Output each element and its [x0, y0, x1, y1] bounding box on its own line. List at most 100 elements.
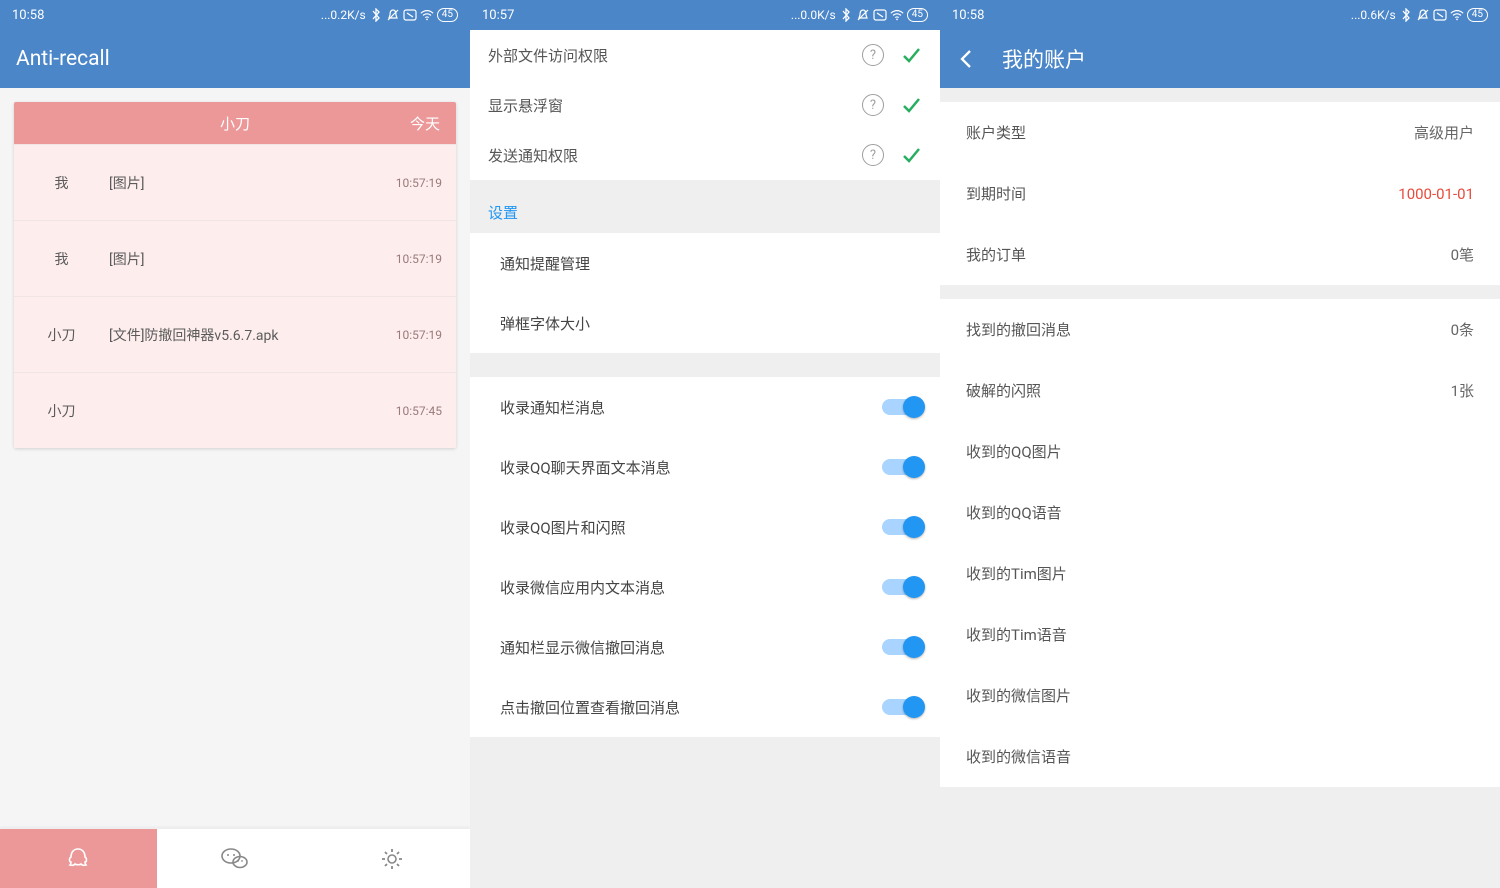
row-value: 0笔 [1451, 244, 1474, 265]
setting-row-switch[interactable]: 收录通知栏消息 [470, 377, 940, 437]
stats-group: 找到的撤回消息0条 破解的闪照1张 收到的QQ图片 收到的QQ语音 收到的Tim… [940, 299, 1500, 787]
permission-label: 外部文件访问权限 [488, 45, 862, 66]
setting-label: 弹框字体大小 [500, 313, 922, 334]
nav-tab-wechat[interactable] [157, 829, 314, 888]
help-icon[interactable]: ? [862, 144, 884, 166]
message-sender: 我 [14, 249, 109, 269]
expiry-row[interactable]: 到期时间 1000-01-01 [940, 163, 1500, 224]
message-row[interactable]: 我 [图片] 10:57:19 [14, 144, 456, 220]
row-key: 收到的微信语音 [966, 746, 1474, 767]
stat-row[interactable]: 找到的撤回消息0条 [940, 299, 1500, 360]
message-sender: 小刀 [14, 325, 109, 345]
message-content: [文件]防撤回神器v5.6.7.apk [109, 325, 386, 345]
switch-toggle[interactable] [882, 699, 922, 715]
message-time: 10:57:19 [386, 252, 456, 266]
orders-row[interactable]: 我的订单 0笔 [940, 224, 1500, 285]
message-content: [图片] [109, 249, 386, 269]
screen-settings: 10:57 ...0.0K/s 45 外部文件访问权限 ? 显示悬浮窗 ? 发送… [470, 0, 940, 888]
stat-row[interactable]: 收到的QQ图片 [940, 421, 1500, 482]
stat-row[interactable]: 破解的闪照1张 [940, 360, 1500, 421]
row-key: 破解的闪照 [966, 380, 1451, 401]
row-key: 收到的QQ图片 [966, 441, 1474, 462]
permission-row[interactable]: 发送通知权限 ? [470, 130, 940, 180]
status-bar: 10:58 ...0.2K/s 45 [0, 0, 470, 30]
setting-label: 通知提醒管理 [500, 253, 922, 274]
switch-toggle[interactable] [882, 639, 922, 655]
status-right: ...0.2K/s 45 [321, 8, 458, 22]
chat-date: 今天 [410, 113, 440, 134]
section-header-settings: 设置 [470, 180, 940, 233]
stat-row[interactable]: 收到的微信语音 [940, 726, 1500, 787]
wifi-icon [1450, 8, 1464, 22]
message-sender: 我 [14, 173, 109, 193]
switch-toggle[interactable] [882, 579, 922, 595]
nav-tab-qq[interactable] [0, 829, 157, 888]
message-sender: 小刀 [14, 401, 109, 421]
switch-toggle[interactable] [882, 459, 922, 475]
row-key: 收到的微信图片 [966, 685, 1474, 706]
row-value: 1张 [1451, 380, 1474, 401]
permission-row[interactable]: 显示悬浮窗 ? [470, 80, 940, 130]
permissions-group: 外部文件访问权限 ? 显示悬浮窗 ? 发送通知权限 ? [470, 30, 940, 180]
stat-row[interactable]: 收到的Tim语音 [940, 604, 1500, 665]
check-icon [900, 94, 922, 116]
status-time: 10:58 [12, 8, 44, 23]
status-right: ...0.6K/s 45 [1351, 8, 1488, 22]
row-key: 收到的QQ语音 [966, 502, 1474, 523]
chat-card: 小刀 今天 我 [图片] 10:57:19 我 [图片] 10:57:19 小刀… [14, 102, 456, 448]
permission-label: 发送通知权限 [488, 145, 862, 166]
row-key: 收到的Tim图片 [966, 563, 1474, 584]
qq-icon [64, 845, 92, 873]
bluetooth-icon [369, 8, 383, 22]
status-bar: 10:57 ...0.0K/s 45 [470, 0, 940, 30]
message-row[interactable]: 小刀 [文件]防撤回神器v5.6.7.apk 10:57:19 [14, 296, 456, 372]
setting-row-notification-manage[interactable]: 通知提醒管理 [470, 233, 940, 293]
status-right: ...0.0K/s 45 [791, 8, 928, 22]
stat-row[interactable]: 收到的微信图片 [940, 665, 1500, 726]
help-icon[interactable]: ? [862, 94, 884, 116]
account-type-row[interactable]: 账户类型 高级用户 [940, 102, 1500, 163]
sim-icon [403, 8, 417, 22]
permission-row[interactable]: 外部文件访问权限 ? [470, 30, 940, 80]
chat-card-header[interactable]: 小刀 今天 [14, 102, 456, 144]
app-title: Anti-recall [16, 47, 110, 71]
help-icon[interactable]: ? [862, 44, 884, 66]
row-key: 收到的Tim语音 [966, 624, 1474, 645]
setting-row-switch[interactable]: 收录微信应用内文本消息 [470, 557, 940, 617]
setting-row-switch[interactable]: 收录QQ聊天界面文本消息 [470, 437, 940, 497]
switch-toggle[interactable] [882, 399, 922, 415]
message-content: [图片] [109, 173, 386, 193]
row-value: 1000-01-01 [1398, 185, 1474, 203]
setting-label: 收录通知栏消息 [500, 397, 882, 418]
setting-row-popup-font-size[interactable]: 弹框字体大小 [470, 293, 940, 353]
message-row[interactable]: 小刀 10:57:45 [14, 372, 456, 448]
app-bar: Anti-recall [0, 30, 470, 88]
back-button[interactable] [956, 48, 978, 70]
stat-row[interactable]: 收到的Tim图片 [940, 543, 1500, 604]
screen-main: 10:58 ...0.2K/s 45 Anti-recall 小刀 今天 我 [… [0, 0, 470, 888]
status-net: ...0.0K/s [791, 8, 836, 22]
setting-row-switch[interactable]: 通知栏显示微信撤回消息 [470, 617, 940, 677]
sim-icon [873, 8, 887, 22]
row-value: 0条 [1451, 319, 1474, 340]
row-key: 到期时间 [966, 183, 1398, 204]
row-key: 我的订单 [966, 244, 1451, 265]
row-key: 账户类型 [966, 122, 1414, 143]
battery-level: 45 [1467, 8, 1488, 22]
setting-label: 通知栏显示微信撤回消息 [500, 637, 882, 658]
setting-row-switch[interactable]: 收录QQ图片和闪照 [470, 497, 940, 557]
wifi-icon [420, 8, 434, 22]
permission-label: 显示悬浮窗 [488, 95, 862, 116]
message-time: 10:57:19 [386, 176, 456, 190]
switch-toggle[interactable] [882, 519, 922, 535]
status-time: 10:58 [952, 8, 984, 23]
mute-icon [1416, 8, 1430, 22]
stat-row[interactable]: 收到的QQ语音 [940, 482, 1500, 543]
setting-row-switch[interactable]: 点击撤回位置查看撤回消息 [470, 677, 940, 737]
message-row[interactable]: 我 [图片] 10:57:19 [14, 220, 456, 296]
check-icon [900, 144, 922, 166]
nav-tab-settings[interactable] [313, 829, 470, 888]
settings-group-switches: 收录通知栏消息 收录QQ聊天界面文本消息 收录QQ图片和闪照 收录微信应用内文本… [470, 377, 940, 737]
mute-icon [856, 8, 870, 22]
bottom-nav [0, 828, 470, 888]
